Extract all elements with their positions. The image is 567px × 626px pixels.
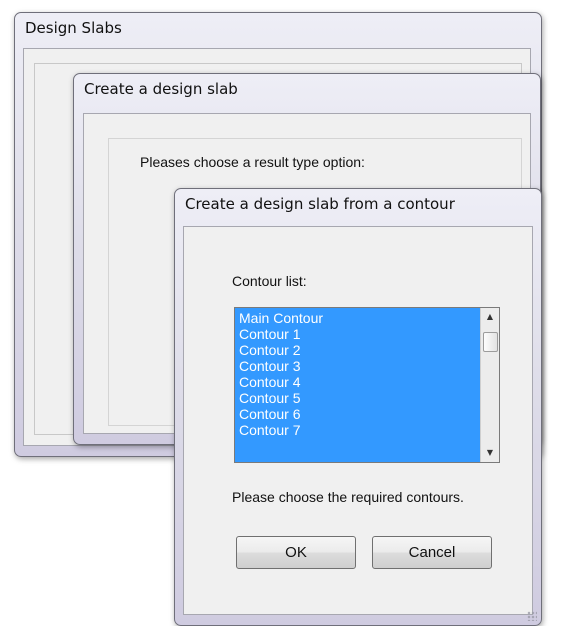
contour-listbox[interactable]: Main Contour Contour 1 Contour 2 Contour 3C…	[234, 307, 500, 463]
contour-list-item[interactable]: Contour 6	[237, 406, 479, 422]
scroll-down-icon[interactable]: ▼	[481, 444, 499, 462]
contour-items: Main Contour Contour 1 Contour 2 Contour 3C…	[237, 310, 479, 438]
contour-list-item[interactable]: Contour 5	[237, 390, 479, 406]
from-contour-window: Create a design slab from a contour Cont…	[174, 188, 542, 626]
result-type-prompt: Pleases choose a result type option:	[140, 154, 365, 170]
contour-list-item[interactable]: Main Contour	[237, 310, 479, 326]
scroll-up-icon[interactable]: ▲	[481, 308, 499, 326]
cancel-button[interactable]: Cancel	[372, 536, 492, 569]
contour-list-item[interactable]: Contour 1	[237, 326, 479, 342]
ok-button[interactable]: OK	[236, 536, 356, 569]
design-slabs-title: Design Slabs	[25, 19, 122, 37]
from-contour-title: Create a design slab from a contour	[185, 195, 455, 213]
create-design-slab-title: Create a design slab	[84, 80, 238, 98]
contour-list-item[interactable]: Contour 2	[237, 342, 479, 358]
from-contour-client-area: Contour list: Main Contour Contour 1 Conto…	[183, 226, 533, 615]
contour-list-item[interactable]: Contour 4	[237, 374, 479, 390]
contour-list-scrollbar[interactable]: ▲ ▼	[480, 308, 499, 462]
contour-list-item[interactable]: Contour 3	[237, 358, 479, 374]
contour-list-item[interactable]: Contour 7	[237, 422, 479, 438]
contour-list-label: Contour list:	[232, 273, 307, 289]
scrollbar-thumb[interactable]	[483, 332, 498, 352]
resize-grip-icon[interactable]	[527, 611, 537, 621]
required-contours-hint: Please choose the required contours.	[232, 489, 464, 505]
